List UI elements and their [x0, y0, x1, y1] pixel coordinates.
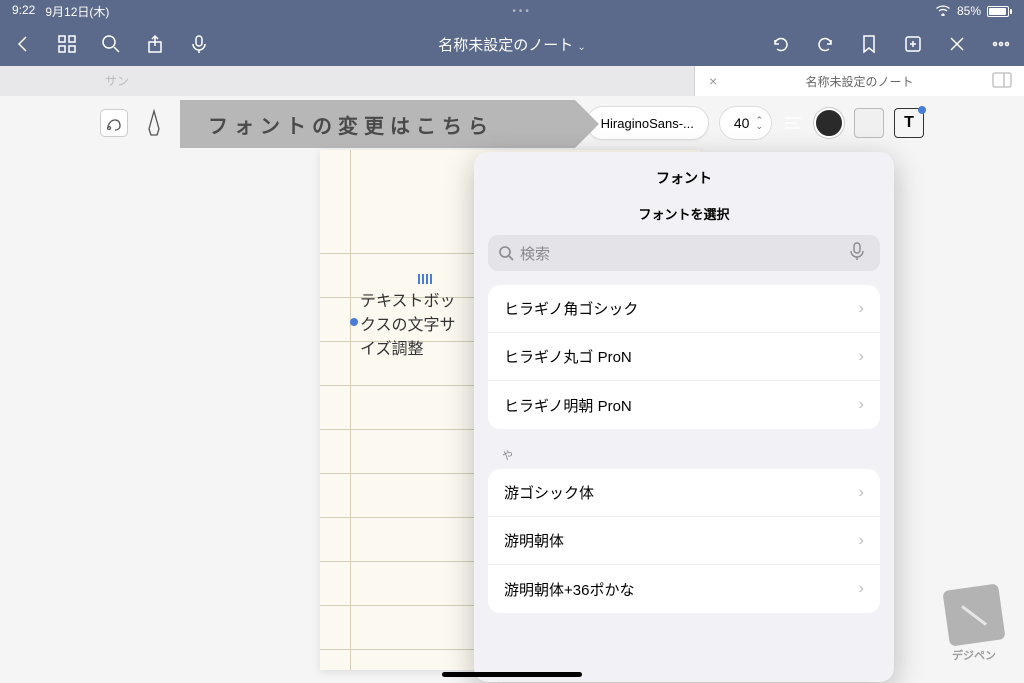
font-option[interactable]: ヒラギノ丸ゴ ProN› — [488, 333, 880, 381]
textbox-left-handle[interactable] — [350, 318, 358, 326]
font-selector[interactable]: HiraginoSans-... — [586, 106, 709, 140]
chevron-right-icon: › — [859, 532, 864, 550]
chevron-down-icon: ⌄ — [577, 42, 585, 53]
chevron-right-icon: › — [859, 300, 864, 318]
more-button[interactable] — [990, 33, 1012, 55]
chevron-right-icon: › — [859, 396, 864, 414]
bookmark-button[interactable] — [858, 33, 880, 55]
wifi-icon — [935, 4, 951, 19]
status-bar: 9:22 9月12日(木) ••• 85% — [0, 0, 1024, 22]
status-date: 9月12日(木) — [45, 3, 109, 20]
font-size-stepper[interactable]: 40 ⌃⌄ — [719, 106, 772, 140]
chevron-right-icon: › — [859, 580, 864, 598]
font-group-hiragino: ヒラギノ角ゴシック› ヒラギノ丸ゴ ProN› ヒラギノ明朝 ProN› — [488, 285, 880, 429]
status-time: 9:22 — [12, 3, 35, 20]
mic-icon[interactable] — [850, 242, 870, 264]
align-button[interactable] — [782, 112, 804, 134]
font-option[interactable]: 游明朝体› — [488, 517, 880, 565]
text-tool-button[interactable]: T — [894, 108, 924, 138]
close-button[interactable] — [946, 33, 968, 55]
popover-title: フォント — [474, 152, 894, 198]
status-dots: ••• — [109, 6, 935, 17]
tab-title: 名称未設定のノート — [695, 73, 1024, 90]
chevron-right-icon: › — [859, 348, 864, 366]
popover-subtitle: フォントを選択 — [474, 198, 894, 235]
color-picker[interactable] — [814, 108, 844, 138]
font-option[interactable]: ヒラギノ明朝 ProN› — [488, 381, 880, 429]
annotation-callout: フォントの変更はこちら — [180, 100, 575, 148]
font-popover: フォント フォントを選択 検索 ヒラギノ角ゴシック› ヒラギノ丸ゴ ProN› … — [474, 152, 894, 682]
active-tab[interactable]: × 名称未設定のノート — [694, 66, 1024, 96]
split-view-icon[interactable] — [992, 72, 1012, 93]
font-option[interactable]: 游ゴシック体› — [488, 469, 880, 517]
watermark-logo: デジペン — [942, 587, 1006, 667]
search-icon — [498, 245, 514, 261]
chevron-right-icon: › — [859, 484, 864, 502]
selected-textbox[interactable]: テキストボッ クスの文字サ イズ調整 — [360, 290, 490, 362]
font-search-input[interactable]: 検索 — [488, 235, 880, 271]
stepper-arrows-icon[interactable]: ⌃⌄ — [755, 117, 763, 129]
mic-button[interactable] — [188, 33, 210, 55]
share-button[interactable] — [144, 33, 166, 55]
font-group-yu: 游ゴシック体› 游明朝体› 游明朝体+36ポかな› — [488, 469, 880, 613]
background-tab-hint: サン — [105, 72, 129, 89]
font-option[interactable]: ヒラギノ角ゴシック› — [488, 285, 880, 333]
grid-button[interactable] — [56, 33, 78, 55]
add-page-button[interactable] — [902, 33, 924, 55]
textbox-top-handle[interactable] — [418, 274, 432, 284]
home-indicator[interactable] — [442, 672, 582, 677]
search-button[interactable] — [100, 33, 122, 55]
background-toggle[interactable] — [854, 108, 884, 138]
redo-button[interactable] — [814, 33, 836, 55]
font-group-label: や — [474, 447, 894, 469]
textbox-content[interactable]: テキストボッ クスの文字サ イズ調整 — [360, 290, 490, 362]
document-title[interactable]: 名称未設定のノート⌄ — [292, 34, 732, 55]
pen-tool[interactable] — [140, 109, 168, 137]
undo-button[interactable] — [770, 33, 792, 55]
top-nav: 名称未設定のノート⌄ — [0, 22, 1024, 66]
tab-bar: サン × 名称未設定のノート — [0, 66, 1024, 96]
back-button[interactable] — [12, 33, 34, 55]
battery-percent: 85% — [957, 4, 981, 18]
font-option[interactable]: 游明朝体+36ポかな› — [488, 565, 880, 613]
battery-icon — [987, 6, 1012, 17]
lasso-tool[interactable] — [100, 109, 128, 137]
